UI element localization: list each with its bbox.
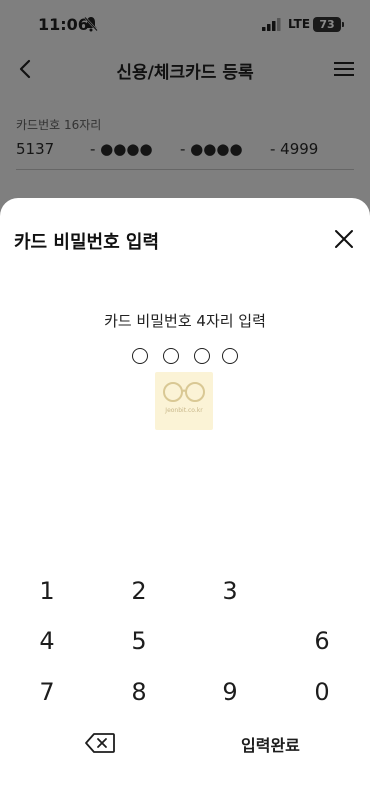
page-header: 신용/체크카드 등록 xyxy=(0,50,370,90)
done-button[interactable]: 입력완료 xyxy=(241,732,300,756)
keypad-key-0[interactable]: 0 xyxy=(292,672,352,712)
card-number-field: 5137 - ●●●● - ●●●● - 4999 xyxy=(16,140,356,164)
keypad-key-4[interactable]: 4 xyxy=(17,621,77,661)
glasses-icon xyxy=(163,382,205,402)
keypad-key-2[interactable]: 2 xyxy=(109,571,169,611)
keypad-key-9[interactable]: 9 xyxy=(200,672,260,712)
pin-dot xyxy=(132,348,148,364)
watermark-logo: Jeonbit.co.kr xyxy=(155,372,213,430)
pin-dot xyxy=(222,348,238,364)
sheet-title: 카드 비밀번호 입력 xyxy=(14,232,160,253)
card-number-segment-2: - ●●●● xyxy=(90,140,153,158)
menu-icon[interactable] xyxy=(334,61,354,77)
close-icon[interactable] xyxy=(333,228,355,250)
pin-bottom-sheet: 카드 비밀번호 입력 카드 비밀번호 4자리 입력 Jeonbit.co.kr … xyxy=(0,198,370,800)
signal-icon xyxy=(262,18,281,31)
keypad-key-1[interactable]: 1 xyxy=(17,571,77,611)
battery-tip xyxy=(342,22,344,27)
card-number-segment-3: - ●●●● xyxy=(180,140,243,158)
keypad-key-7[interactable]: 7 xyxy=(17,672,77,712)
backspace-icon[interactable] xyxy=(84,731,116,755)
pin-dot xyxy=(194,348,210,364)
keypad-key-5[interactable]: 5 xyxy=(109,621,169,661)
card-number-segment-4: - 4999 xyxy=(270,140,319,158)
keypad-key-6[interactable]: 6 xyxy=(292,621,352,661)
page-title: 신용/체크카드 등록 xyxy=(116,63,254,83)
status-time: 11:06 xyxy=(38,15,89,34)
card-number-underline xyxy=(16,169,354,170)
watermark-text: Jeonbit.co.kr xyxy=(165,407,203,414)
keypad-key-8[interactable]: 8 xyxy=(109,672,169,712)
card-number-label: 카드번호 16자리 xyxy=(16,118,102,132)
pin-dot xyxy=(163,348,179,364)
keypad-key-3[interactable]: 3 xyxy=(200,571,260,611)
pin-indicator xyxy=(132,348,242,366)
pin-prompt: 카드 비밀번호 4자리 입력 xyxy=(104,312,266,330)
network-type: LTE xyxy=(288,17,311,31)
status-bar: 11:06 LTE 73 xyxy=(0,0,370,50)
card-number-segment-1: 5137 xyxy=(16,140,55,158)
bell-muted-icon xyxy=(84,16,98,32)
battery-level: 73 xyxy=(313,17,341,32)
